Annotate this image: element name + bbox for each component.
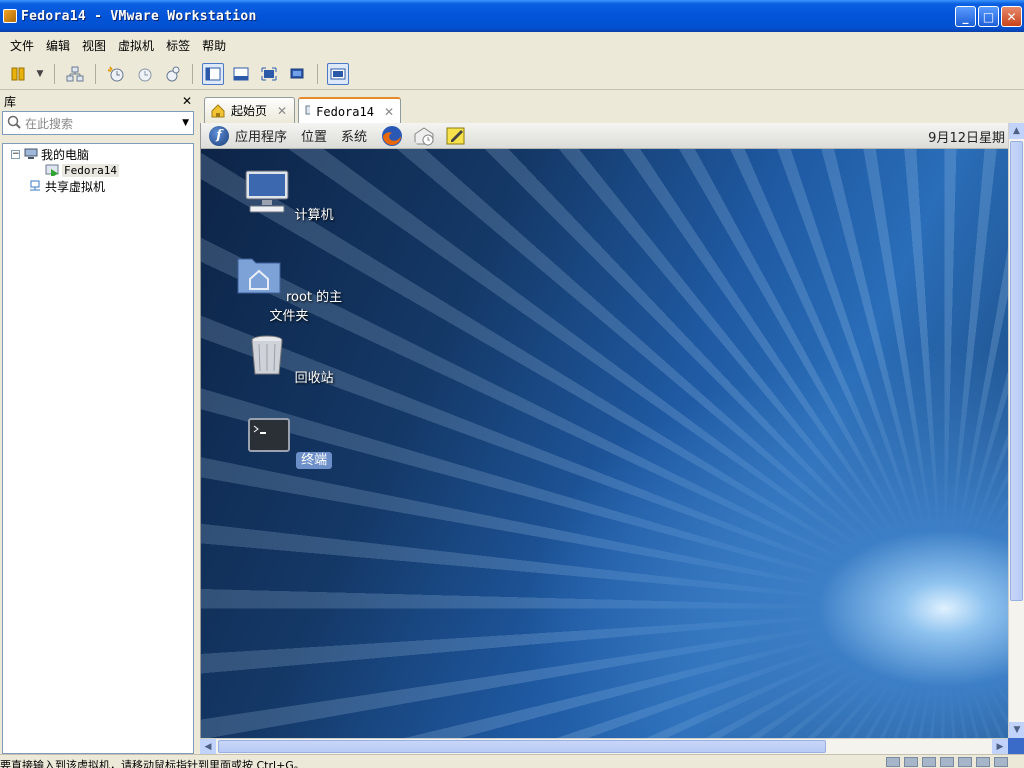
guest-menu-system[interactable]: 系统 [341, 126, 367, 145]
window-titlebar[interactable]: Fedora14 - VMware Workstation _ □ ✕ [0, 0, 1024, 32]
status-device-icon[interactable] [976, 757, 990, 767]
toolbar-separator [95, 63, 96, 84]
tab-bar: 起始页 ✕ Fedora14 ✕ [200, 91, 1024, 124]
full-screen-icon[interactable] [258, 63, 280, 85]
maximize-button[interactable]: □ [978, 6, 999, 27]
toolbar-separator [54, 63, 55, 84]
tab-home-label: 起始页 [231, 104, 268, 118]
status-bar: 要直接输入到该虚拟机，请移动鼠标指针到里面或按 Ctrl+G。 [0, 754, 1024, 768]
tree-label-fedora14: Fedora14 [62, 163, 119, 177]
guest-menu-places[interactable]: 位置 [301, 126, 327, 145]
notes-editor-icon[interactable] [445, 125, 467, 147]
status-device-icon[interactable] [940, 757, 954, 767]
menu-edit[interactable]: 编辑 [40, 37, 76, 54]
tab-fedora14-close-icon[interactable]: ✕ [384, 105, 394, 119]
collapse-icon[interactable]: − [11, 149, 20, 159]
guest-menu-applications[interactable]: 应用程序 [235, 126, 287, 145]
snapshot-manager-icon[interactable] [161, 63, 183, 85]
show-library-icon[interactable] [202, 62, 224, 85]
menu-tabs[interactable]: 标签 [160, 37, 196, 54]
library-close-icon[interactable]: ✕ [182, 94, 192, 108]
guest-desktop[interactable]: 计算机 root 的主文件夹 回收站 终端 [201, 149, 1009, 738]
menu-vm[interactable]: 虚拟机 [112, 37, 160, 54]
desktop-icon-computer[interactable]: 计算机 [234, 169, 344, 223]
window-title: Fedora14 - VMware Workstation [21, 8, 257, 24]
desktop-icon-label: 终端 [296, 452, 333, 469]
snapshot-take-icon[interactable] [105, 63, 127, 85]
horizontal-scroll-thumb[interactable] [218, 740, 826, 753]
status-device-icon[interactable] [994, 757, 1008, 767]
desktop-icon-label: 计算机 [294, 208, 334, 223]
library-panel: 库 ✕ 在此搜索 ▼ − 我的电脑 Fedora14 共享虚拟机 [0, 91, 196, 754]
scroll-right-icon[interactable]: ▶ [992, 739, 1008, 755]
search-icon [7, 115, 21, 132]
search-dropdown-icon[interactable]: ▼ [182, 118, 189, 128]
shared-vm-icon [30, 180, 40, 191]
tab-home[interactable]: 起始页 ✕ [204, 97, 295, 123]
tree-node-shared-vms[interactable]: 共享虚拟机 [3, 178, 193, 194]
library-title: 库 [4, 94, 17, 109]
scroll-up-icon[interactable]: ▲ [1009, 123, 1024, 139]
vm-vertical-scrollbar[interactable]: ▲ ▼ [1008, 123, 1024, 738]
tab-home-close-icon[interactable]: ✕ [277, 104, 287, 118]
tree-label-my-computer: 我的电脑 [41, 147, 90, 162]
snapshot-revert-icon[interactable] [133, 63, 155, 85]
computer-icon [24, 148, 38, 159]
tree-label-shared-vms: 共享虚拟机 [45, 179, 106, 194]
fedora-logo-icon[interactable]: f [209, 125, 229, 146]
tab-fedora14[interactable]: Fedora14 ✕ [298, 97, 401, 124]
menu-bar: 文件 编辑 视图 虚拟机 标签 帮助 [0, 32, 1024, 58]
toolbar: ▼ [0, 58, 1024, 90]
tab-fedora14-label: Fedora14 [316, 104, 374, 119]
toolbar-separator [317, 63, 318, 84]
desktop-icon-terminal[interactable]: 终端 [234, 414, 344, 469]
vm-running-icon [45, 164, 59, 176]
status-device-icon[interactable] [922, 757, 936, 767]
menu-help[interactable]: 帮助 [196, 37, 232, 54]
computer-icon [245, 170, 289, 213]
vm-horizontal-scrollbar[interactable]: ◀ ▶ [200, 738, 1008, 755]
thumbnail-bar-icon[interactable] [230, 63, 252, 85]
network-icon[interactable] [64, 63, 86, 85]
status-device-icon[interactable] [886, 757, 900, 767]
vertical-scroll-thumb[interactable] [1010, 141, 1023, 601]
trash-icon [251, 335, 283, 375]
toolbar-separator [192, 63, 193, 84]
search-placeholder: 在此搜索 [25, 116, 74, 131]
library-search-input[interactable]: 在此搜索 ▼ [2, 111, 194, 135]
menu-view[interactable]: 视图 [76, 37, 112, 54]
vm-running-icon [305, 105, 311, 119]
firefox-icon[interactable] [381, 125, 403, 147]
minimize-button[interactable]: _ [955, 6, 976, 27]
home-icon [211, 103, 225, 117]
mail-client-icon[interactable] [413, 125, 435, 147]
power-dropdown-icon[interactable]: ▼ [35, 63, 45, 85]
terminal-icon [247, 418, 290, 452]
guest-top-panel: f 应用程序 位置 系统 9月12日星期 [201, 123, 1009, 149]
status-device-icon[interactable] [958, 757, 972, 767]
scroll-down-icon[interactable]: ▼ [1009, 722, 1024, 738]
status-message: 要直接输入到该虚拟机，请移动鼠标指针到里面或按 Ctrl+G。 [0, 759, 305, 768]
guest-clock[interactable]: 9月12日星期 [928, 127, 1005, 146]
desktop-icon-trash[interactable]: 回收站 [234, 332, 344, 386]
home-folder-icon [237, 258, 281, 294]
library-tree: − 我的电脑 Fedora14 共享虚拟机 [2, 143, 194, 754]
vmware-app-icon [3, 9, 17, 23]
desktop-icon-label: 回收站 [294, 371, 334, 386]
unity-icon[interactable] [286, 63, 308, 85]
tree-node-fedora14[interactable]: Fedora14 [3, 162, 193, 178]
pause-icon[interactable] [7, 63, 29, 85]
console-view-icon[interactable] [327, 62, 349, 85]
close-button[interactable]: ✕ [1001, 6, 1022, 27]
menu-file[interactable]: 文件 [4, 37, 40, 54]
vm-console[interactable]: f 应用程序 位置 系统 9月12日星期 计算机 root 的主文件夹 回收站 … [200, 123, 1024, 738]
tree-node-my-computer[interactable]: − 我的电脑 [3, 146, 193, 162]
scrollbar-corner [1008, 738, 1024, 754]
desktop-icon-home-folder[interactable]: root 的主文件夹 [234, 251, 344, 324]
scroll-left-icon[interactable]: ◀ [200, 739, 216, 755]
status-device-icon[interactable] [904, 757, 918, 767]
